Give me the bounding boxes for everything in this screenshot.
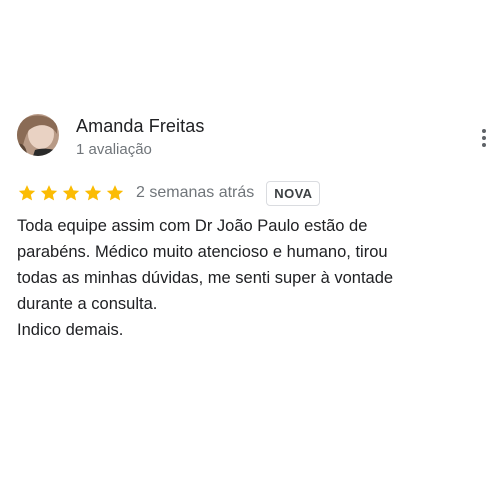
more-options-button[interactable] [478,127,490,149]
review-text-line: Toda equipe assim com Dr João Paulo estã… [17,217,368,235]
star-rating [17,183,125,203]
review-text-line: parabéns. Médico muito atencioso e human… [17,243,388,261]
star-icon [83,183,103,203]
rating-row: 2 semanas atrás NOVA [17,180,321,206]
star-icon [61,183,81,203]
avatar[interactable] [17,114,59,156]
more-vert-icon-dot [482,143,486,147]
reviewer-name[interactable]: Amanda Freitas [76,116,204,137]
review-text-line: durante a consulta. [17,295,158,313]
review-text: Toda equipe assim com Dr João Paulo estã… [17,213,487,343]
review-card: Amanda Freitas 1 avaliação 2 semanas atr… [0,0,500,500]
review-date: 2 semanas atrás [136,184,255,201]
new-badge: NOVA [266,180,321,206]
star-icon [17,183,37,203]
more-vert-icon [482,129,486,133]
star-icon [105,183,125,203]
reviewer-review-count[interactable]: 1 avaliação [76,141,152,158]
review-text-line: Indico demais. [17,321,124,339]
star-icon [39,183,59,203]
more-vert-icon-dot [482,136,486,140]
review-text-line: todas as minhas dúvidas, me senti super … [17,269,394,287]
